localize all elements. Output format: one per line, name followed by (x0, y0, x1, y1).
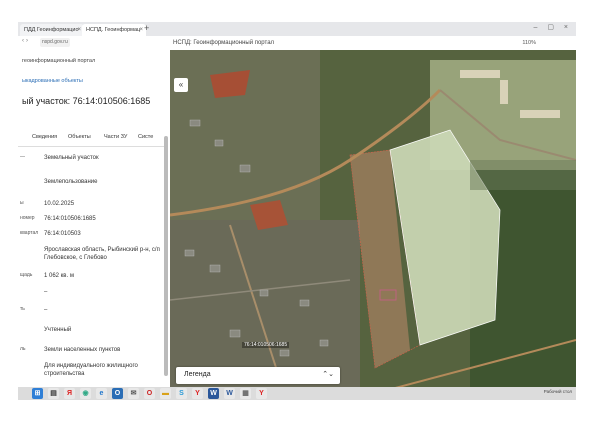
info-tabs: Сведения Объекты Части ЗУ Систе (18, 134, 170, 144)
divider (18, 146, 168, 147)
tab-label: НСПД. Геоинформац (86, 27, 141, 33)
mail-icon[interactable]: ✉ (128, 388, 139, 399)
tab-info[interactable]: Сведения (32, 134, 57, 140)
tab-pzz[interactable]: ПДД Геоинформацио × (20, 24, 84, 36)
row-value: 1 062 кв. м (44, 273, 74, 279)
row-label: ль (20, 346, 26, 352)
skype-icon[interactable]: S (176, 388, 187, 399)
row-label: ть (20, 306, 25, 312)
tab-label: ПДД Геоинформацио (24, 27, 79, 33)
taskbar: ⊞ ▤ Я ◉ e O ✉ O ▬ S Y W W ▦ Y Рабочий ст… (18, 387, 576, 400)
yandex-icon[interactable]: Y (256, 388, 267, 399)
row-label: щадь (20, 272, 33, 278)
page-title: НСПД: Геоинформационный портал (173, 40, 275, 46)
collapse-panel-button[interactable]: « (174, 78, 188, 92)
row-label: квартал (20, 230, 39, 236)
row-value: 10.02.2025 (44, 201, 75, 207)
row-label: ы (20, 200, 24, 206)
yandex-icon[interactable]: Y (192, 388, 203, 399)
taskbar-status: Рабочий стол (543, 389, 572, 394)
row-label: — (20, 154, 25, 160)
row-value: Земли населенных пунктов (44, 347, 121, 353)
chevron-updown-icon: ⌃⌄ (322, 371, 334, 378)
row-value: – (44, 307, 48, 313)
address-bar: ‹› nspd.gov.ru НСПД: Геоинформационный п… (18, 36, 576, 51)
word-icon[interactable]: W (224, 388, 235, 399)
tab-objects[interactable]: Объекты (68, 134, 91, 140)
close-icon[interactable]: × (139, 24, 143, 36)
map-imagery (170, 50, 576, 400)
legend-dropdown[interactable]: Легенда ⌃⌄ (176, 367, 340, 384)
word-icon[interactable]: W (208, 388, 219, 399)
selected-objects-link[interactable]: ыкадрованные объекты (22, 78, 83, 84)
zoom-level[interactable]: 110% (522, 38, 536, 48)
row-value: Ярославская область, Рыбинский р-н, с/п … (44, 247, 160, 261)
row-value: – (44, 289, 48, 295)
tab-bar: ПДД Геоинформацио × НСПД. Геоинформац × … (18, 22, 576, 37)
object-info-panel: геоинформационный портал ыкадрованные об… (18, 50, 170, 400)
close-icon[interactable]: × (77, 24, 81, 36)
tab-system[interactable]: Систе (138, 134, 153, 140)
scrollbar[interactable] (164, 136, 168, 376)
legend-label: Легенда (184, 371, 211, 378)
row-label: номер (20, 215, 35, 221)
windows-icon[interactable]: ⊞ (32, 388, 43, 399)
satellite-map[interactable] (170, 50, 576, 400)
explorer-icon[interactable]: ▤ (48, 388, 59, 399)
map-parcel-label: 76:14:010506:1685 (242, 342, 290, 348)
portal-title: геоинформационный портал (22, 58, 96, 64)
tab-nspd[interactable]: НСПД. Геоинформац × (82, 24, 146, 36)
row-value: Земельный участок (44, 155, 99, 161)
opera-icon[interactable]: O (144, 388, 155, 399)
new-tab-icon[interactable]: + (144, 23, 149, 33)
yandex-icon[interactable]: Я (64, 388, 75, 399)
row-value: 76:14:010503 (44, 231, 81, 237)
row-value: Землепользование (44, 179, 98, 185)
outlook-icon[interactable]: O (112, 388, 123, 399)
tab-parts[interactable]: Части ЗУ (104, 134, 127, 140)
row-value: Учтенный (44, 327, 72, 333)
ie-icon[interactable]: e (96, 388, 107, 399)
paint-icon[interactable]: ▦ (240, 388, 251, 399)
parcel-heading: ый участок: 76:14:010506:1685 (22, 96, 151, 106)
browser-window: ПДД Геоинформацио × НСПД. Геоинформац × … (18, 22, 576, 400)
url-field[interactable]: nspd.gov.ru (40, 38, 70, 47)
row-value: 76:14:010506:1685 (44, 216, 96, 222)
folder-icon[interactable]: ▬ (160, 388, 171, 399)
row-value: Для индивидуального жилищного строительс… (44, 363, 138, 377)
back-forward-icon[interactable]: ‹› (22, 38, 30, 44)
window-controls[interactable]: – ▢ × (534, 23, 572, 31)
chrome-icon[interactable]: ◉ (80, 388, 91, 399)
